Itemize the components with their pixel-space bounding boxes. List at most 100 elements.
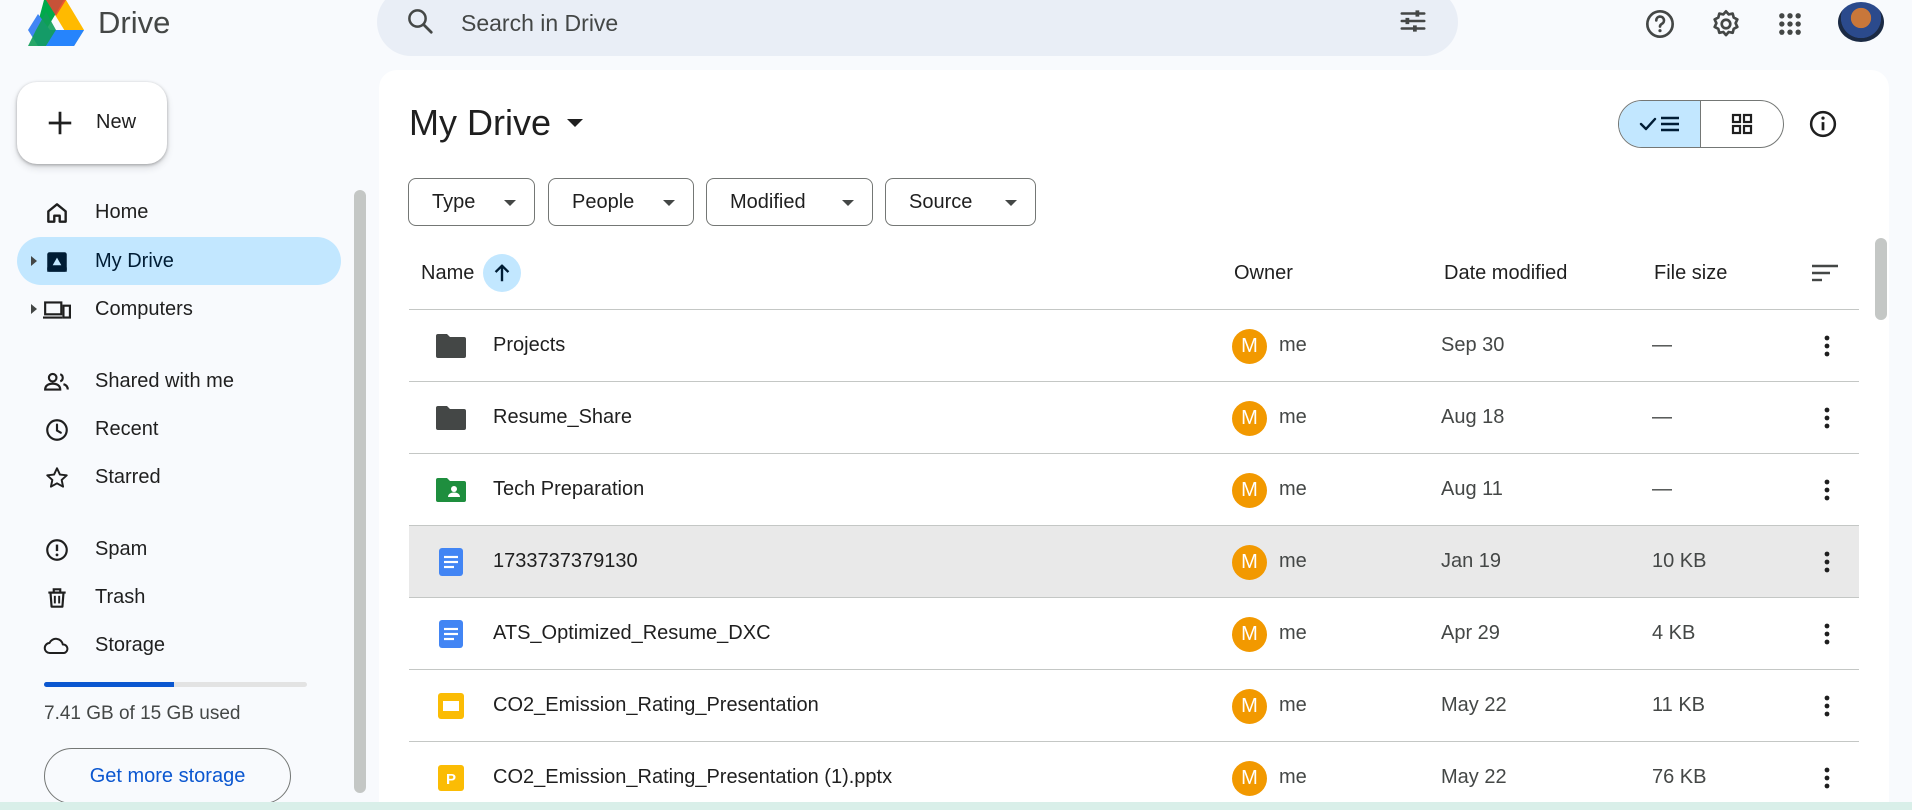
filter-chip-type[interactable]: Type xyxy=(408,178,535,226)
sidebar-item-label: Home xyxy=(95,201,149,223)
grid-view-button[interactable] xyxy=(1701,101,1783,147)
more-actions-icon[interactable] xyxy=(1811,690,1843,722)
filter-chip-label: Modified xyxy=(730,190,806,213)
owner-avatar: M xyxy=(1232,401,1267,436)
sidebar-item-label: Starred xyxy=(95,466,161,488)
star-icon xyxy=(43,464,71,492)
main-scrollbar[interactable] xyxy=(1875,238,1887,320)
filter-chip-label: People xyxy=(572,190,635,213)
help-icon[interactable] xyxy=(1640,4,1680,44)
account-avatar[interactable] xyxy=(1838,2,1884,42)
google-slides-icon xyxy=(435,692,467,720)
title-dropdown-icon xyxy=(567,119,583,127)
filter-chip-label: Source xyxy=(909,190,973,213)
owner-text: me xyxy=(1279,766,1307,788)
sidebar-item-shared-with-me[interactable]: Shared with me xyxy=(17,357,341,405)
spam-icon xyxy=(43,536,71,564)
new-button[interactable]: New xyxy=(17,82,167,164)
more-actions-icon[interactable] xyxy=(1811,762,1843,794)
column-header-name[interactable]: Name xyxy=(421,262,474,285)
date-modified: Aug 11 xyxy=(1441,478,1503,500)
table-row[interactable]: Resume_Share M me Aug 18 — xyxy=(409,382,1859,454)
sidebar-item-label: Recent xyxy=(95,418,159,440)
table-row[interactable]: 1733737379130 M me Jan 19 10 KB xyxy=(409,526,1859,598)
page-title[interactable]: My Drive xyxy=(409,102,583,144)
table-row[interactable]: ATS_Optimized_Resume_DXC M me Apr 29 4 K… xyxy=(409,598,1859,670)
file-name: Resume_Share xyxy=(493,406,632,428)
app-name: Drive xyxy=(98,5,171,40)
date-modified: May 22 xyxy=(1441,694,1507,716)
more-actions-icon[interactable] xyxy=(1811,618,1843,650)
dropdown-arrow-icon xyxy=(1005,200,1017,206)
storage-usage-fill xyxy=(44,682,174,687)
filter-chip-modified[interactable]: Modified xyxy=(706,178,873,226)
search-bar[interactable]: Search in Drive xyxy=(377,0,1458,56)
file-size: 76 KB xyxy=(1652,766,1707,788)
info-icon[interactable] xyxy=(1805,106,1841,142)
file-size: — xyxy=(1652,334,1672,356)
column-header-date-modified[interactable]: Date modified xyxy=(1444,262,1567,285)
file-name: Tech Preparation xyxy=(493,478,645,500)
more-actions-icon[interactable] xyxy=(1811,474,1843,506)
sidebar-item-computers[interactable]: Computers xyxy=(17,285,341,333)
trash-icon xyxy=(43,584,71,612)
filter-chip-source[interactable]: Source xyxy=(885,178,1036,226)
drive-logo[interactable]: Drive xyxy=(28,0,170,46)
top-bar: Drive Search in Drive xyxy=(0,0,1912,66)
more-actions-icon[interactable] xyxy=(1811,330,1843,362)
date-modified: Aug 18 xyxy=(1441,406,1505,428)
table-row[interactable]: Projects M me Sep 30 — xyxy=(409,310,1859,382)
settings-gear-icon[interactable] xyxy=(1706,4,1746,44)
sidebar-item-label: Computers xyxy=(95,298,193,320)
owner-avatar: M xyxy=(1232,545,1267,580)
home-icon xyxy=(43,199,71,227)
more-actions-icon[interactable] xyxy=(1811,546,1843,578)
table-row[interactable]: CO2_Emission_Rating_Presentation M me Ma… xyxy=(409,670,1859,742)
sidebar-item-storage[interactable]: Storage xyxy=(17,621,341,669)
folder-icon xyxy=(435,404,467,432)
date-modified: Jan 19 xyxy=(1441,550,1502,572)
owner-avatar: M xyxy=(1232,329,1267,364)
sort-ascending-button[interactable] xyxy=(483,254,521,292)
owner-text: me xyxy=(1279,334,1307,356)
sidebar-item-trash[interactable]: Trash xyxy=(17,573,341,621)
view-toggle xyxy=(1618,100,1784,148)
owner-text: me xyxy=(1279,694,1307,716)
search-icon[interactable] xyxy=(405,6,435,36)
expand-caret-icon[interactable] xyxy=(31,256,37,266)
owner-text: me xyxy=(1279,478,1307,500)
sidebar-item-starred[interactable]: Starred xyxy=(17,453,341,501)
owner-avatar: M xyxy=(1232,617,1267,652)
grid-icon xyxy=(1731,113,1753,135)
sidebar-item-home[interactable]: Home xyxy=(17,188,341,236)
file-name: CO2_Emission_Rating_Presentation xyxy=(493,694,819,716)
search-input[interactable]: Search in Drive xyxy=(461,10,618,37)
table-row[interactable]: P CO2_Emission_Rating_Presentation (1).p… xyxy=(409,742,1859,802)
file-size: 11 KB xyxy=(1652,694,1705,716)
shared-people-icon xyxy=(43,368,71,396)
list-view-button[interactable] xyxy=(1619,101,1701,147)
column-header-file-size[interactable]: File size xyxy=(1654,262,1727,285)
drive-logo-icon xyxy=(28,0,84,46)
page-title-text: My Drive xyxy=(409,102,551,143)
sidebar-scrollbar[interactable] xyxy=(354,190,366,793)
filter-chip-people[interactable]: People xyxy=(548,178,694,226)
column-header-owner[interactable]: Owner xyxy=(1234,262,1293,285)
owner-text: me xyxy=(1279,406,1307,428)
get-more-storage-button[interactable]: Get more storage xyxy=(44,748,291,804)
apps-grid-icon[interactable] xyxy=(1770,4,1810,44)
file-name: Projects xyxy=(493,334,566,356)
table-row[interactable]: Tech Preparation M me Aug 11 — xyxy=(409,454,1859,526)
google-doc-icon xyxy=(435,620,467,648)
sidebar-item-my-drive[interactable]: My Drive xyxy=(17,237,341,285)
computers-icon xyxy=(43,296,71,324)
search-options-icon[interactable] xyxy=(1398,6,1428,36)
date-modified: Sep 30 xyxy=(1441,334,1505,356)
sidebar-item-spam[interactable]: Spam xyxy=(17,525,341,573)
sort-options-icon[interactable] xyxy=(1810,262,1840,289)
sidebar-item-recent[interactable]: Recent xyxy=(17,405,341,453)
more-actions-icon[interactable] xyxy=(1811,402,1843,434)
new-button-label: New xyxy=(96,111,137,133)
expand-caret-icon[interactable] xyxy=(31,304,37,314)
folder-icon xyxy=(435,332,467,360)
